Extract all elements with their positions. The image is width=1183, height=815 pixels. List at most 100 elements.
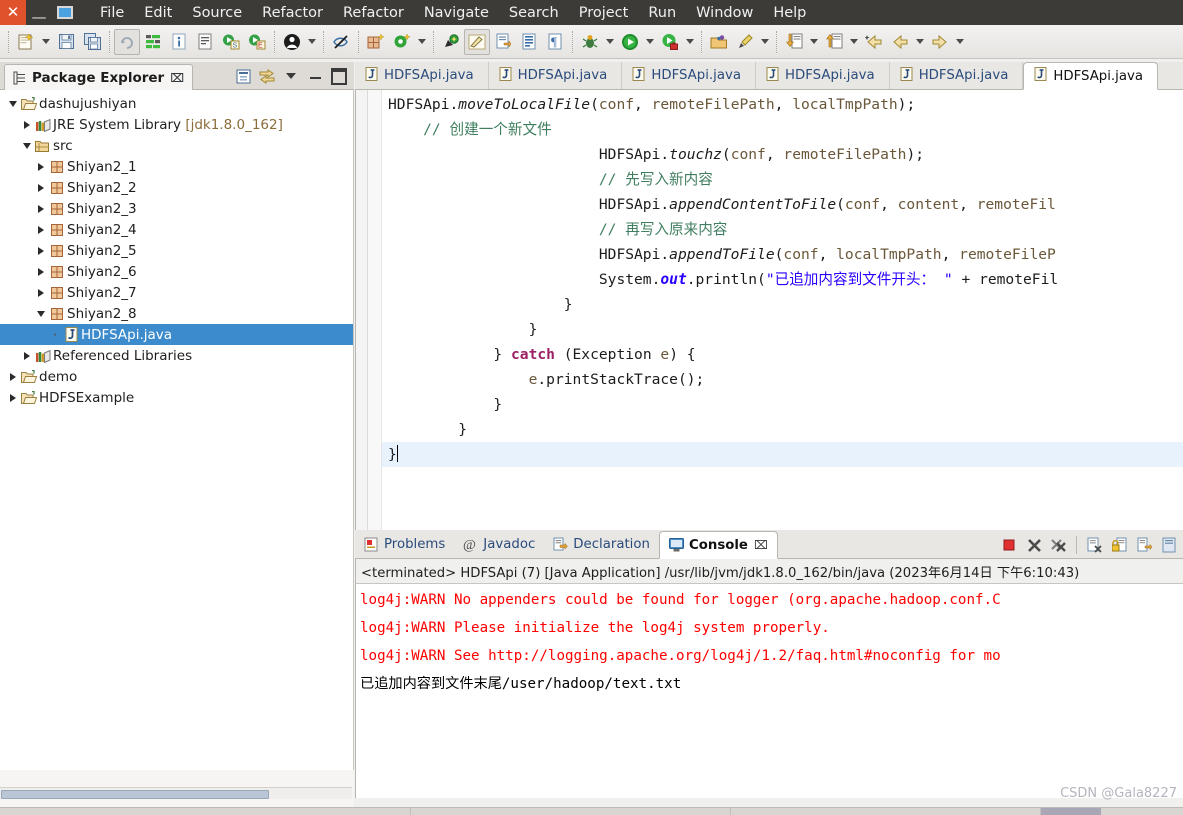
quick-access-dropdown-icon[interactable]	[758, 29, 772, 55]
menu-file[interactable]: File	[90, 3, 134, 23]
debug-dropdown-icon[interactable]	[603, 29, 617, 55]
tree-item[interactable]: Shiyan2_3	[0, 198, 353, 219]
expand-arrow-icon[interactable]	[34, 226, 48, 234]
console-panel-tab[interactable]: Declaration	[544, 531, 659, 558]
expand-arrow-icon[interactable]	[20, 121, 34, 129]
remove-launch-icon[interactable]	[1023, 534, 1045, 556]
close-icon[interactable]: ⌧	[754, 538, 768, 552]
scrollbar-thumb[interactable]	[1, 790, 269, 799]
expand-arrow-icon[interactable]	[34, 268, 48, 276]
new-java-project-icon[interactable]: S	[218, 29, 244, 55]
expand-arrow-icon[interactable]	[34, 163, 48, 171]
tree-item[interactable]: JRE System Library [jdk1.8.0_162]	[0, 114, 353, 135]
new-package-icon[interactable]	[363, 29, 389, 55]
download-dropdown-icon[interactable]	[807, 29, 821, 55]
editor-tab[interactable]: HDFSApi.java	[489, 62, 623, 89]
forward-dropdown-icon[interactable]	[953, 29, 967, 55]
tree-item[interactable]: Referenced Libraries	[0, 345, 353, 366]
debug-icon[interactable]	[577, 29, 603, 55]
minimize-view-icon[interactable]	[304, 65, 326, 87]
run-icon[interactable]	[617, 29, 643, 55]
clear-console-icon[interactable]	[1083, 534, 1105, 556]
info-icon[interactable]	[166, 29, 192, 55]
menu-help[interactable]: Help	[763, 3, 816, 23]
tree-item[interactable]: HDFSApi.java	[0, 324, 353, 345]
terminate-icon[interactable]	[998, 534, 1020, 556]
tree-item[interactable]: Shiyan2_4	[0, 219, 353, 240]
open-perspective-icon[interactable]	[706, 29, 732, 55]
download-icon[interactable]	[781, 29, 807, 55]
tab-package-explorer[interactable]: Package Explorer ⌧	[4, 64, 194, 90]
new-wizard-icon[interactable]	[13, 29, 39, 55]
refresh-icon[interactable]	[114, 28, 140, 55]
expand-arrow-icon[interactable]	[34, 289, 48, 297]
skip-breakpoints-icon[interactable]	[328, 29, 354, 55]
build-all-icon[interactable]	[140, 29, 166, 55]
expand-arrow-icon[interactable]	[34, 184, 48, 192]
editor-marker-ruler[interactable]	[356, 90, 368, 530]
menu-edit[interactable]: Edit	[134, 3, 182, 23]
remove-all-terminated-icon[interactable]	[1048, 534, 1070, 556]
window-minimize-button[interactable]: —	[26, 0, 52, 25]
window-maximize-button[interactable]	[52, 0, 78, 25]
expand-arrow-icon[interactable]	[34, 205, 48, 213]
tree-item[interactable]: Shiyan2_6	[0, 261, 353, 282]
back-dropdown-icon[interactable]	[913, 29, 927, 55]
display-selected-console-icon[interactable]	[1158, 534, 1180, 556]
editor-tab[interactable]: HDFSApi.java	[1023, 62, 1159, 90]
menu-refactor-2[interactable]: Refactor	[333, 3, 414, 23]
editor-tab[interactable]: HDFSApi.java	[890, 62, 1024, 89]
console-panel-tab[interactable]: Problems	[355, 531, 454, 558]
link-with-editor-icon[interactable]	[256, 65, 278, 87]
next-annotation-icon[interactable]	[490, 29, 516, 55]
tree-item[interactable]: Shiyan2_5	[0, 240, 353, 261]
menu-project[interactable]: Project	[569, 3, 639, 23]
new-class-icon[interactable]	[389, 29, 415, 55]
editor-folding-ruler[interactable]	[368, 90, 382, 530]
run-dropdown-icon[interactable]	[643, 29, 657, 55]
new-ee-project-icon[interactable]: E	[244, 29, 270, 55]
new-class-dropdown-icon[interactable]	[415, 29, 429, 55]
back-icon[interactable]	[887, 29, 913, 55]
menu-run[interactable]: Run	[638, 3, 686, 23]
editor-tab[interactable]: HDFSApi.java	[622, 62, 757, 89]
menu-source[interactable]: Source	[182, 3, 252, 23]
user-icon[interactable]	[279, 29, 305, 55]
pin-console-icon[interactable]	[1133, 534, 1155, 556]
view-menu-icon[interactable]	[280, 65, 302, 87]
pencil-highlight-icon[interactable]	[464, 28, 490, 55]
quick-access-icon[interactable]	[732, 29, 758, 55]
tree-item[interactable]: Shiyan2_2	[0, 177, 353, 198]
user-dropdown-icon[interactable]	[305, 29, 319, 55]
tree-item[interactable]: Shiyan2_7	[0, 282, 353, 303]
expand-arrow-icon[interactable]	[20, 352, 34, 360]
collapse-all-icon[interactable]	[232, 65, 254, 87]
menu-window[interactable]: Window	[686, 3, 763, 23]
source-code[interactable]: HDFSApi.moveToLocalFile(conf, remoteFile…	[382, 90, 1183, 530]
toggle-block-selection-icon[interactable]	[516, 29, 542, 55]
run-external-tools-icon[interactable]	[657, 29, 683, 55]
maximize-view-icon[interactable]	[328, 65, 350, 87]
console-output[interactable]: log4j:WARN No appenders could be found f…	[355, 583, 1183, 798]
save-all-icon[interactable]	[79, 29, 105, 55]
tree-item[interactable]: Shiyan2_8	[0, 303, 353, 324]
menu-search[interactable]: Search	[499, 3, 569, 23]
tree-item[interactable]: src	[0, 135, 353, 156]
collapse-arrow-icon[interactable]	[6, 101, 20, 107]
upload-dropdown-icon[interactable]	[847, 29, 861, 55]
package-explorer-hscrollbar[interactable]	[0, 787, 352, 799]
scroll-lock-icon[interactable]	[1108, 534, 1130, 556]
open-task-icon[interactable]	[192, 29, 218, 55]
forward-icon[interactable]	[927, 29, 953, 55]
expand-arrow-icon[interactable]	[34, 247, 48, 255]
console-panel-tab[interactable]: @ Javadoc	[454, 531, 544, 558]
run-external-dropdown-icon[interactable]	[683, 29, 697, 55]
expand-arrow-icon[interactable]	[6, 373, 20, 381]
close-icon[interactable]: ⌧	[170, 71, 184, 85]
menu-navigate[interactable]: Navigate	[414, 3, 499, 23]
collapse-arrow-icon[interactable]	[34, 311, 48, 317]
console-panel-tab[interactable]: Console ⌧	[658, 531, 778, 559]
window-close-button[interactable]: ✕	[0, 0, 26, 25]
tree-item[interactable]: Shiyan2_1	[0, 156, 353, 177]
save-icon[interactable]	[53, 29, 79, 55]
